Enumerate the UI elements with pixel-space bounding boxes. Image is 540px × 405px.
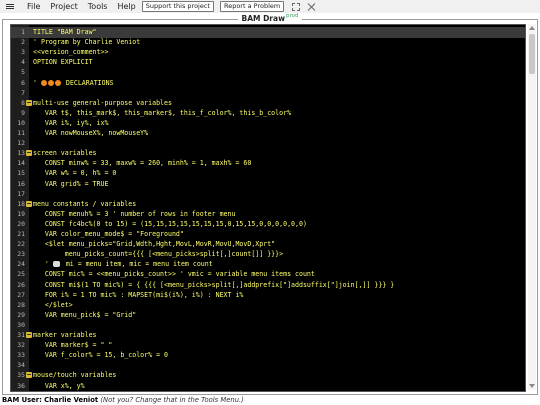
fold-toggle-icon[interactable]: [26, 150, 32, 157]
scroll-thumb[interactable]: [529, 34, 535, 74]
env-badge: prod: [286, 13, 299, 19]
support-project-button[interactable]: Support this project: [141, 1, 214, 12]
comment-bubble-icon: [52, 261, 60, 268]
menu-bar: File Project Tools Help Support this pro…: [0, 0, 540, 13]
close-icon[interactable]: [308, 3, 316, 11]
section-marker-icon: [40, 79, 47, 86]
menu-project[interactable]: Project: [50, 2, 77, 11]
code-editor[interactable]: 1 TITLE "BAM Draw" 2 ' Program by Charlie V…: [10, 24, 526, 392]
fold-toggle-icon[interactable]: [26, 372, 32, 379]
fold-toggle-icon[interactable]: [26, 332, 32, 338]
code-line[interactable]: 36 VAR x%, y%: [11, 381, 525, 392]
user-hint: (Not you? Change that in the Tools Menu.…: [100, 396, 244, 404]
section-marker-icon: [54, 79, 61, 86]
section-marker-icon: [47, 79, 54, 86]
menu-help[interactable]: Help: [117, 2, 135, 11]
report-problem-button[interactable]: Report a Problem: [219, 1, 285, 12]
editor-scrollbar[interactable]: [528, 24, 536, 390]
code-text: VAR x%, y%: [33, 381, 85, 390]
line-number: 36: [17, 381, 25, 390]
window-title-text: BAM Draw: [241, 13, 285, 23]
scroll-down-icon[interactable]: [529, 384, 535, 388]
status-bar: BAM User: Charlie Veniot (Not you? Chang…: [0, 395, 540, 405]
scroll-up-icon[interactable]: [529, 26, 535, 30]
hamburger-menu-icon[interactable]: [3, 0, 17, 13]
window-title: BAM Drawprod: [0, 13, 540, 23]
user-label: BAM User: Charlie Veniot: [2, 396, 99, 404]
menu-tools[interactable]: Tools: [88, 2, 108, 11]
menu-file[interactable]: File: [27, 2, 40, 11]
fold-toggle-icon[interactable]: [26, 99, 32, 106]
fold-toggle-icon[interactable]: [26, 200, 32, 207]
fullscreen-icon[interactable]: [292, 2, 301, 11]
